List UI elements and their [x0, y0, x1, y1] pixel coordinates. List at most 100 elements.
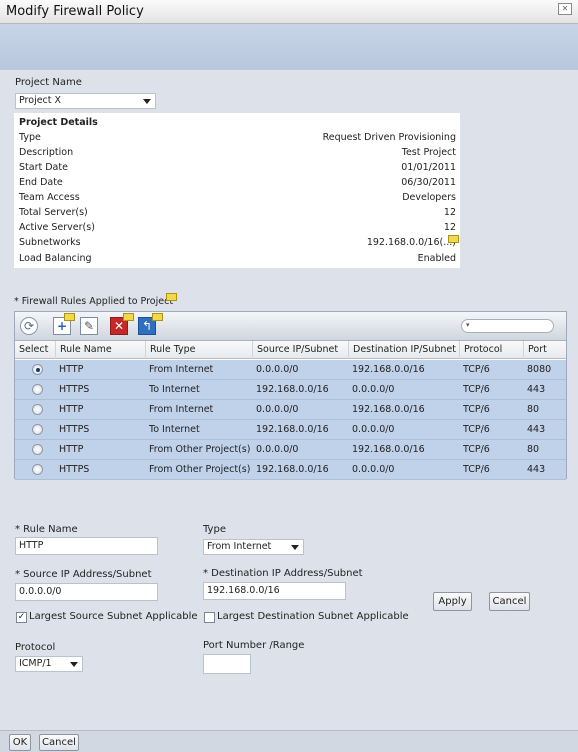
destination-ip-label: * Destination IP Address/Subnet	[203, 568, 363, 579]
largest-source-label: Largest Source Subnet Applicable	[29, 611, 198, 622]
chevron-down-icon	[143, 99, 151, 104]
table-row[interactable]: HTTP From Other Project(s) 0.0.0.0/0 192.16…	[15, 440, 566, 460]
cell-source: 0.0.0.0/0	[256, 404, 299, 415]
column-header-protocol[interactable]: Protocol	[459, 341, 523, 359]
note-icon[interactable]	[166, 293, 177, 301]
rule-name-input[interactable]: HTTP	[15, 537, 158, 555]
chevron-down-icon: ▾	[466, 321, 470, 329]
edit-icon[interactable]: ✎	[80, 317, 98, 335]
cell-name: HTTP	[59, 444, 84, 455]
cell-source: 192.168.0.0/16	[256, 424, 329, 435]
port-label: Port Number /Range	[203, 640, 305, 651]
row-select-radio[interactable]	[32, 444, 43, 455]
rule-name-label: * Rule Name	[15, 524, 78, 535]
note-icon[interactable]	[152, 313, 163, 321]
cell-name: HTTPS	[59, 384, 90, 395]
table-row[interactable]: HTTP From Internet 0.0.0.0/0 192.168.0.0/16…	[15, 400, 566, 420]
note-icon[interactable]	[64, 313, 75, 321]
cell-protocol: TCP/6	[463, 424, 490, 435]
detail-row-type: Type Request Driven Provisioning	[19, 132, 456, 143]
cell-protocol: TCP/6	[463, 364, 490, 375]
ok-button[interactable]: OK	[9, 734, 31, 751]
cell-type: From Other Project(s)	[149, 464, 251, 475]
cell-source: 0.0.0.0/0	[256, 444, 299, 455]
project-details-panel: Project Details Type Request Driven Provi…	[14, 113, 460, 268]
cell-type: From Internet	[149, 404, 214, 415]
note-icon[interactable]	[123, 313, 134, 321]
cell-protocol: TCP/6	[463, 384, 490, 395]
cell-name: HTTPS	[59, 424, 90, 435]
source-ip-input[interactable]: 0.0.0.0/0	[15, 583, 158, 601]
chevron-down-icon	[291, 545, 299, 550]
window-title: Modify Firewall Policy	[6, 4, 144, 19]
table-row[interactable]: HTTPS To Internet 192.168.0.0/16 0.0.0.0/0 T…	[15, 420, 566, 440]
column-header-rule-name[interactable]: Rule Name	[55, 341, 145, 359]
source-ip-label: * Source IP Address/Subnet	[15, 569, 152, 580]
apply-button[interactable]: Apply	[433, 592, 472, 611]
cancel-rule-button[interactable]: Cancel	[489, 592, 530, 611]
cell-type: To Internet	[149, 384, 200, 395]
largest-source-checkbox[interactable]: ✓	[16, 612, 27, 623]
project-name-label: Project Name	[15, 77, 82, 88]
cell-dest: 0.0.0.0/0	[352, 384, 395, 395]
row-select-radio[interactable]	[32, 364, 43, 375]
cell-dest: 192.168.0.0/16	[352, 444, 425, 455]
filter-input[interactable]: ▾	[461, 319, 554, 333]
cell-port: 443	[527, 424, 546, 435]
refresh-icon[interactable]: ⟳	[20, 317, 38, 335]
cell-dest: 192.168.0.0/16	[352, 364, 425, 375]
cell-name: HTTP	[59, 404, 84, 415]
detail-row-start-date: Start Date 01/01/2011	[19, 162, 456, 173]
detail-row-end-date: End Date 06/30/2011	[19, 177, 456, 188]
firewall-rules-title: * Firewall Rules Applied to Project	[14, 296, 174, 307]
protocol-select[interactable]: ICMP/1	[15, 656, 83, 672]
detail-row-subnetworks: Subnetworks 192.168.0.0/16(...)	[19, 237, 456, 248]
cancel-button[interactable]: Cancel	[39, 734, 79, 751]
cell-name: HTTP	[59, 364, 84, 375]
cell-port: 8080	[527, 364, 552, 375]
detail-row-load-balancing: Load Balancing Enabled	[19, 253, 456, 264]
detail-row-team-access: Team Access Developers	[19, 192, 456, 203]
port-input[interactable]	[203, 654, 251, 674]
largest-destination-checkbox[interactable]	[204, 612, 215, 623]
cell-dest: 192.168.0.0/16	[352, 404, 425, 415]
column-header-select[interactable]: Select	[15, 341, 55, 359]
header-banner	[0, 24, 578, 70]
table-row[interactable]: HTTP From Internet 0.0.0.0/0 192.168.0.0/16…	[15, 360, 566, 380]
row-select-radio[interactable]	[32, 464, 43, 475]
firewall-rules-grid: ⟳ + ✎ ✕ ↰ ▾ Select Rule Name Rule Type S…	[14, 311, 567, 480]
row-select-radio[interactable]	[32, 424, 43, 435]
grid-header: Select Rule Name Rule Type Source IP/Sub…	[15, 341, 566, 359]
cell-type: To Internet	[149, 424, 200, 435]
type-label: Type	[203, 524, 226, 535]
cell-protocol: TCP/6	[463, 404, 490, 415]
type-select[interactable]: From Internet	[203, 539, 304, 555]
column-header-destination[interactable]: Destination IP/Subnet	[348, 341, 459, 359]
detail-row-total-servers: Total Server(s) 12	[19, 207, 456, 218]
project-select-value: Project X	[19, 95, 62, 106]
largest-destination-label: Largest Destination Subnet Applicable	[217, 611, 409, 622]
cell-port: 443	[527, 464, 546, 475]
column-header-rule-type[interactable]: Rule Type	[145, 341, 252, 359]
column-header-source[interactable]: Source IP/Subnet	[252, 341, 348, 359]
column-header-port[interactable]: Port	[523, 341, 566, 359]
cell-type: From Other Project(s)	[149, 444, 251, 455]
cell-source: 192.168.0.0/16	[256, 384, 329, 395]
cell-protocol: TCP/6	[463, 464, 490, 475]
cell-dest: 0.0.0.0/0	[352, 464, 395, 475]
cell-name: HTTPS	[59, 464, 90, 475]
cell-port: 443	[527, 384, 546, 395]
project-select[interactable]: Project X	[15, 93, 156, 109]
destination-ip-input[interactable]: 192.168.0.0/16	[203, 582, 346, 600]
grid-toolbar: ⟳ + ✎ ✕ ↰ ▾	[15, 312, 566, 341]
row-select-radio[interactable]	[32, 384, 43, 395]
close-icon[interactable]: ✕	[558, 3, 572, 15]
note-icon[interactable]	[448, 235, 459, 243]
protocol-select-value: ICMP/1	[19, 658, 52, 669]
type-select-value: From Internet	[207, 541, 272, 552]
table-row[interactable]: HTTPS To Internet 192.168.0.0/16 0.0.0.0/0 T…	[15, 380, 566, 400]
title-bar: Modify Firewall Policy ✕	[0, 0, 578, 24]
table-row[interactable]: HTTPS From Other Project(s) 192.168.0.0/16…	[15, 460, 566, 480]
cell-protocol: TCP/6	[463, 444, 490, 455]
row-select-radio[interactable]	[32, 404, 43, 415]
